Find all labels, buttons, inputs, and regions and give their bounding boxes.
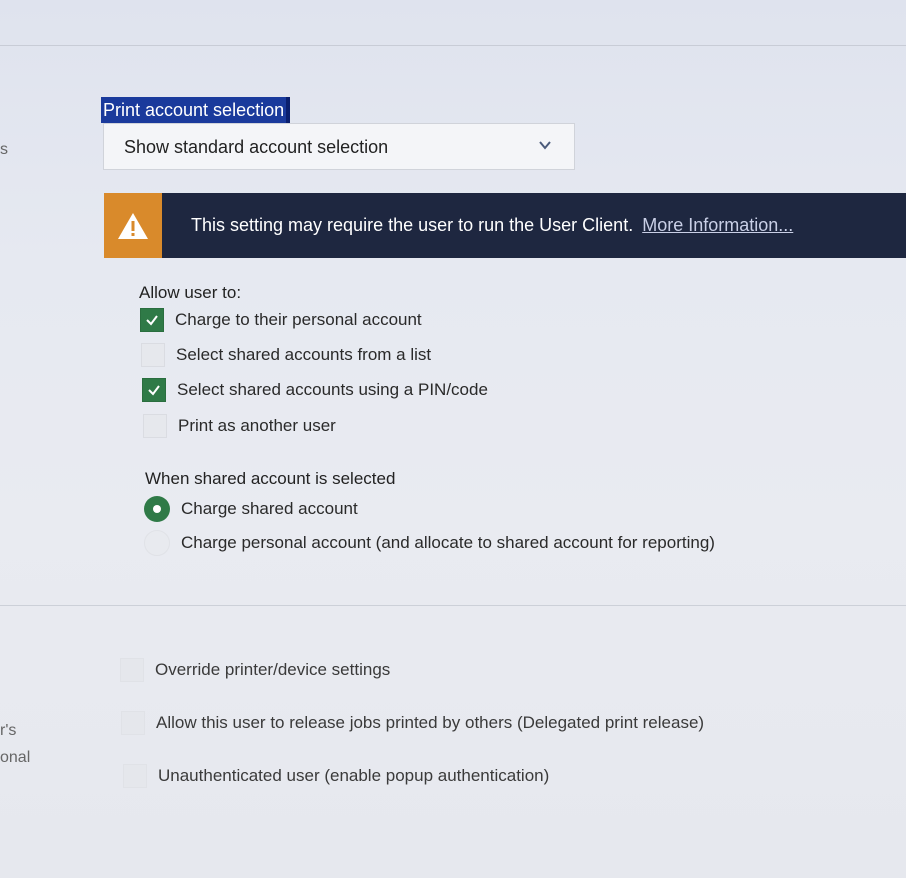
option-override-printer[interactable]: Override printer/device settings: [120, 658, 390, 682]
print-as-another-checkbox[interactable]: [143, 414, 167, 438]
print-as-another-label: Print as another user: [178, 416, 336, 435]
warning-icon-box: [104, 193, 162, 258]
print-account-selection-label: Print account selection: [101, 97, 291, 123]
allow-user-title: Allow user to:: [139, 283, 242, 302]
checkmark-icon: [148, 385, 160, 396]
delegated-release-checkbox[interactable]: [121, 711, 145, 735]
chevron-down-icon: [539, 141, 551, 150]
left-fragment-rs: r's: [0, 722, 17, 739]
print-account-select-value: Show standard account selection: [124, 137, 389, 157]
option-charge-shared[interactable]: Charge shared account: [144, 496, 358, 522]
left-fragment-onal: onal: [0, 749, 31, 766]
unauthenticated-user-checkbox[interactable]: [123, 764, 147, 788]
left-fragment-s: s: [0, 141, 8, 158]
option-unauthenticated-user[interactable]: Unauthenticated user (enable popup authe…: [123, 764, 549, 788]
warning-icon: [118, 212, 148, 239]
charge-personal-allocate-label: Charge personal account (and allocate to…: [181, 533, 715, 552]
charge-personal-label: Charge to their personal account: [175, 310, 422, 329]
override-printer-checkbox[interactable]: [120, 658, 144, 682]
unauthenticated-user-label: Unauthenticated user (enable popup authe…: [158, 766, 550, 785]
shared-account-title: When shared account is selected: [145, 469, 396, 488]
more-information-link[interactable]: More Information...: [642, 215, 793, 235]
banner-text: This setting may require the user to run…: [191, 215, 634, 235]
option-charge-personal[interactable]: Charge to their personal account: [140, 308, 422, 332]
option-charge-personal-allocate[interactable]: Charge personal account (and allocate to…: [144, 530, 715, 556]
option-print-as-another[interactable]: Print as another user: [143, 414, 336, 438]
shared-from-list-checkbox[interactable]: [141, 343, 165, 367]
option-delegated-release[interactable]: Allow this user to release jobs printed …: [121, 711, 704, 735]
option-shared-from-list[interactable]: Select shared accounts from a list: [141, 343, 431, 367]
charge-personal-checkbox[interactable]: [140, 308, 164, 332]
shared-from-list-label: Select shared accounts from a list: [176, 345, 432, 364]
override-printer-label: Override printer/device settings: [155, 660, 391, 679]
banner-message: This setting may require the user to run…: [191, 215, 793, 236]
checkmark-icon: [146, 315, 158, 326]
top-divider: [0, 45, 906, 46]
charge-shared-radio[interactable]: [144, 496, 170, 522]
option-shared-pin[interactable]: Select shared accounts using a PIN/code: [142, 378, 488, 402]
shared-pin-checkbox[interactable]: [142, 378, 166, 402]
section-divider: [0, 605, 906, 606]
charge-shared-label: Charge shared account: [181, 499, 358, 518]
delegated-release-label: Allow this user to release jobs printed …: [156, 713, 705, 732]
charge-personal-allocate-radio[interactable]: [144, 530, 170, 556]
print-account-select[interactable]: Show standard account selection: [103, 123, 575, 170]
shared-pin-label: Select shared accounts using a PIN/code: [177, 380, 488, 399]
user-client-warning-banner: This setting may require the user to run…: [104, 193, 906, 258]
